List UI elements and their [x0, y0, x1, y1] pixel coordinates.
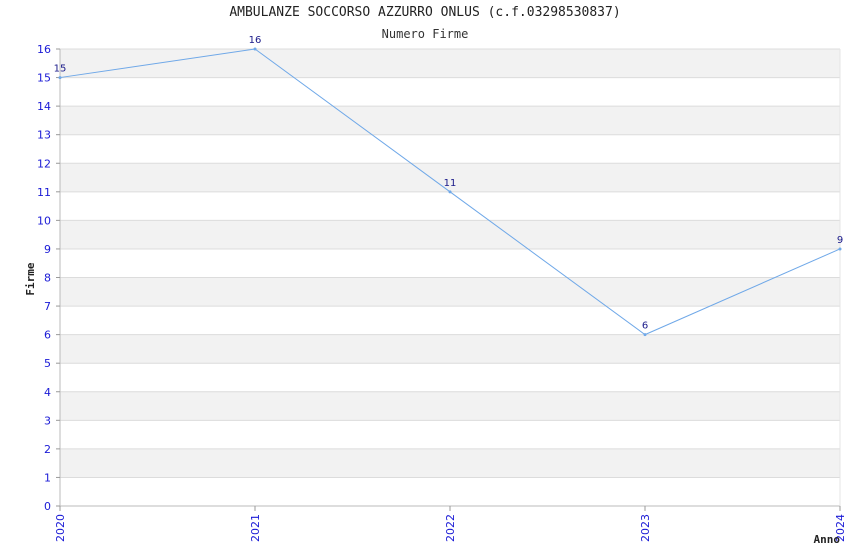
data-point	[58, 76, 62, 80]
grid-band	[60, 220, 840, 249]
y-tick-label: 14	[37, 100, 51, 113]
grid-band	[60, 420, 840, 449]
grid-band	[60, 448, 840, 478]
y-tick-label: 1	[44, 471, 51, 484]
grid-band	[60, 49, 840, 78]
grid-band	[60, 306, 840, 335]
y-tick-label: 12	[37, 157, 51, 170]
y-tick-label: 10	[37, 214, 51, 227]
data-point	[253, 47, 257, 51]
y-tick-label: 13	[37, 129, 51, 142]
grid-band	[60, 277, 840, 307]
data-label: 6	[642, 321, 648, 332]
x-axis-ticks: 2020 2021 2022 2023 2024	[54, 506, 847, 542]
y-tick-label: 15	[37, 72, 51, 85]
x-tick-label: 2020	[54, 514, 67, 542]
data-label: 11	[444, 178, 457, 189]
y-axis-label: Firme	[24, 262, 37, 295]
grid-band	[60, 363, 840, 392]
y-tick-label: 16	[37, 43, 51, 56]
y-tick-label: 5	[44, 357, 51, 370]
line-chart: 012345678910111213141516 2020 2021 2022 202…	[24, 35, 847, 546]
y-tick-label: 11	[37, 186, 51, 199]
data-label: 15	[54, 64, 67, 75]
y-tick-label: 3	[44, 414, 51, 427]
y-tick-label: 0	[44, 500, 51, 513]
grid-band	[60, 77, 840, 107]
grid-band	[60, 248, 840, 278]
data-label: 16	[249, 35, 262, 46]
grid-band	[60, 191, 840, 221]
x-axis-label: Anno	[814, 533, 841, 546]
y-tick-label: 9	[44, 243, 51, 256]
grid-band	[60, 334, 840, 364]
data-point	[448, 190, 452, 194]
grid-band	[60, 134, 840, 164]
x-tick-label: 2021	[249, 514, 262, 542]
y-tick-label: 8	[44, 272, 51, 285]
data-label: 9	[837, 235, 843, 246]
y-tick-label: 4	[44, 386, 51, 399]
grid-band	[60, 477, 840, 506]
chart-container: AMBULANZE SOCCORSO AZZURRO ONLUS (c.f.03…	[0, 0, 850, 550]
y-tick-label: 2	[44, 443, 51, 456]
data-point	[838, 247, 842, 251]
grid-band	[60, 106, 840, 135]
grid-band	[60, 391, 840, 421]
data-point	[643, 333, 647, 337]
x-tick-label: 2022	[444, 514, 457, 542]
x-tick-label: 2023	[639, 514, 652, 542]
y-tick-label: 6	[44, 329, 51, 342]
y-axis-ticks: 012345678910111213141516	[37, 43, 60, 513]
y-tick-label: 7	[44, 300, 51, 313]
